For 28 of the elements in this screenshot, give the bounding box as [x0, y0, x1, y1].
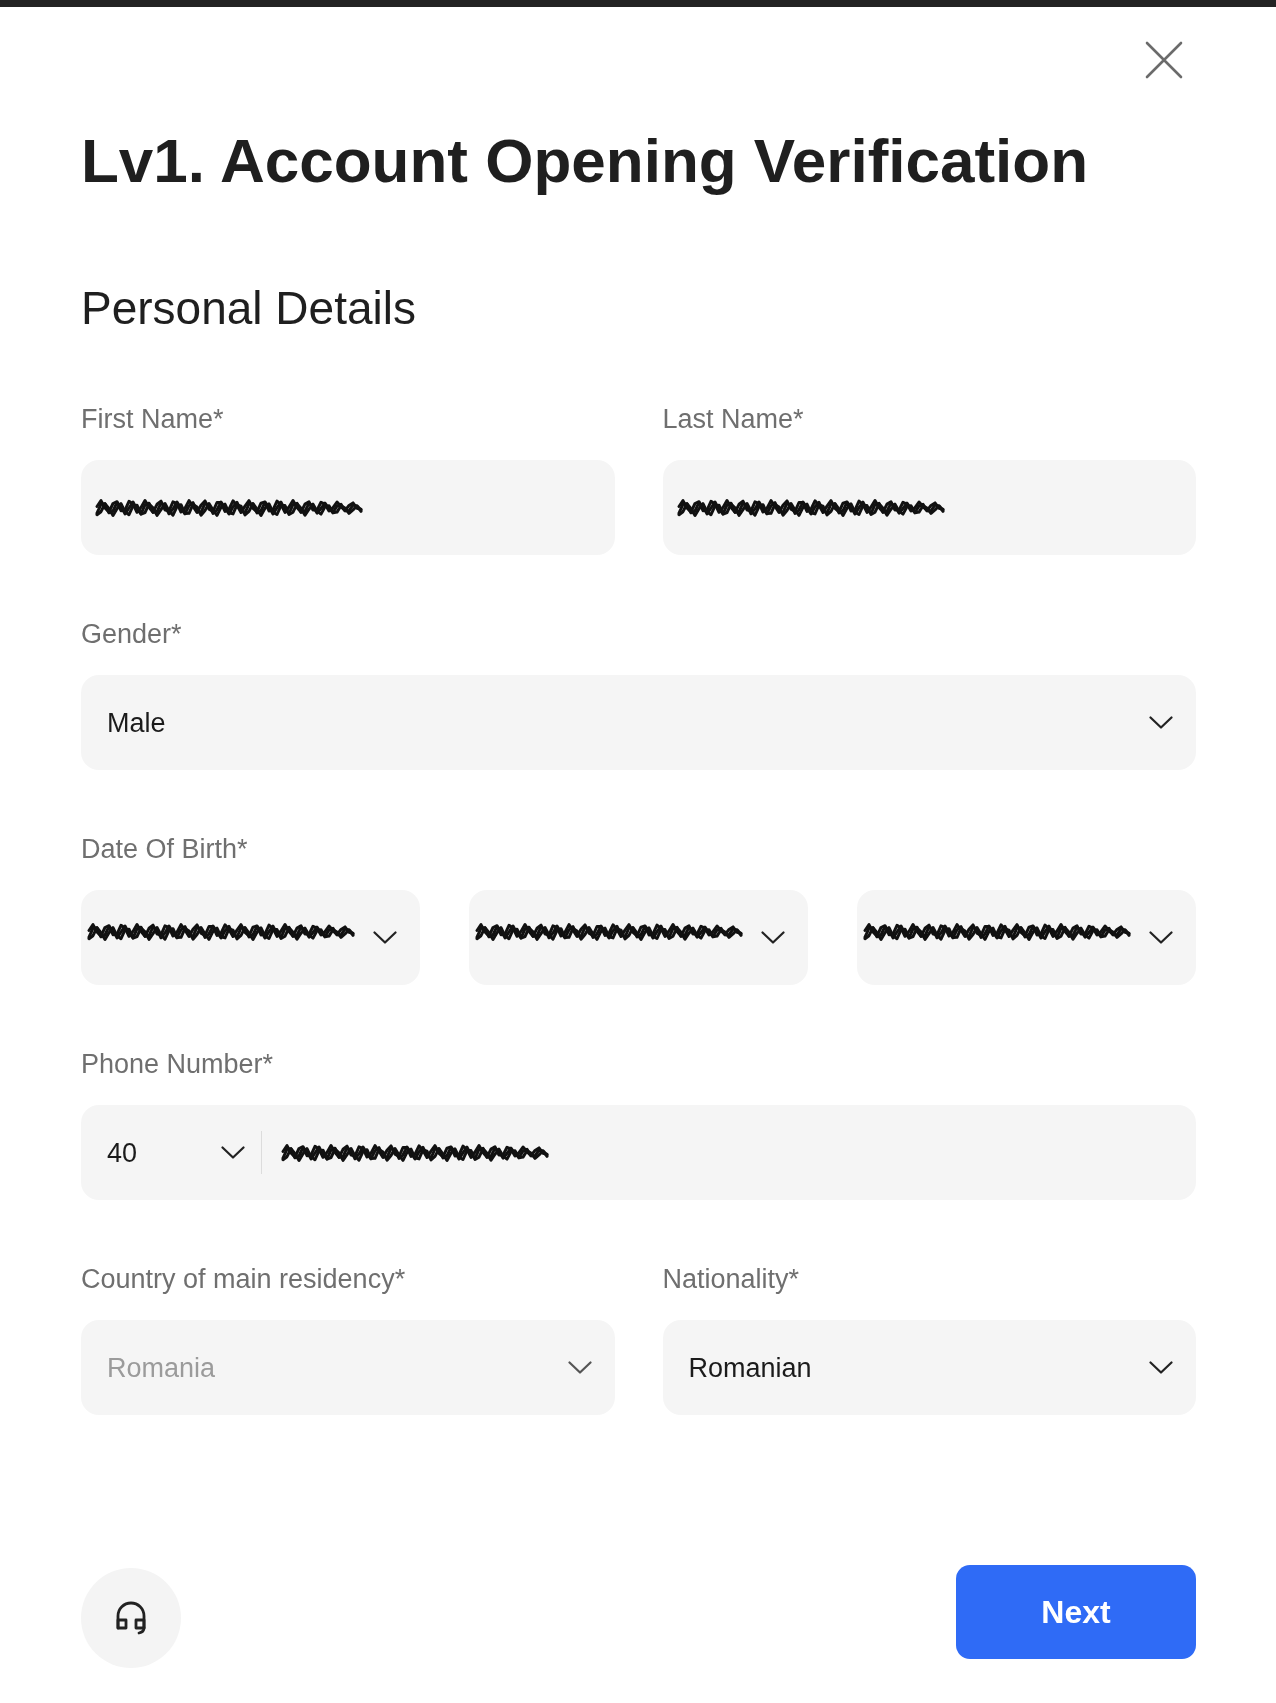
close-icon [1145, 41, 1183, 79]
section-heading: Personal Details [81, 281, 416, 336]
text-input-field[interactable] [81, 460, 615, 555]
headset-icon [115, 1601, 147, 1635]
field-label: First Name* [81, 404, 224, 434]
chevron-down-icon [567, 1361, 592, 1374]
dialog-title: Lv1. Account Opening Verification [81, 125, 1089, 197]
text-input-field[interactable] [662, 460, 1196, 555]
field-label: Gender* [81, 619, 182, 649]
dropdown-field[interactable]: Romanian [662, 1320, 1196, 1415]
chevron-down-icon [1149, 1361, 1173, 1374]
dropdown-field[interactable]: Male [81, 675, 1196, 770]
dropdown-field[interactable] [81, 890, 420, 985]
field-label: Last Name* [662, 404, 804, 434]
dropdown-field[interactable] [469, 890, 808, 985]
phone-number-field[interactable]: 40 [81, 1105, 1196, 1200]
field-label: Date Of Birth* [81, 834, 248, 864]
chevron-down-icon [761, 931, 785, 944]
dropdown-field[interactable] [857, 890, 1196, 985]
chevron-down-icon [1149, 716, 1173, 729]
country-code-dropdown[interactable]: 40 [107, 1136, 245, 1169]
field-label: Country of main residency* [81, 1264, 406, 1294]
chevron-down-icon [373, 931, 397, 944]
next-button[interactable]: Next [956, 1565, 1196, 1659]
chevron-down-icon [221, 1146, 245, 1159]
chevron-down-icon [1149, 931, 1173, 944]
field-label: Phone Number* [81, 1049, 274, 1079]
field-label: Nationality* [662, 1264, 800, 1294]
